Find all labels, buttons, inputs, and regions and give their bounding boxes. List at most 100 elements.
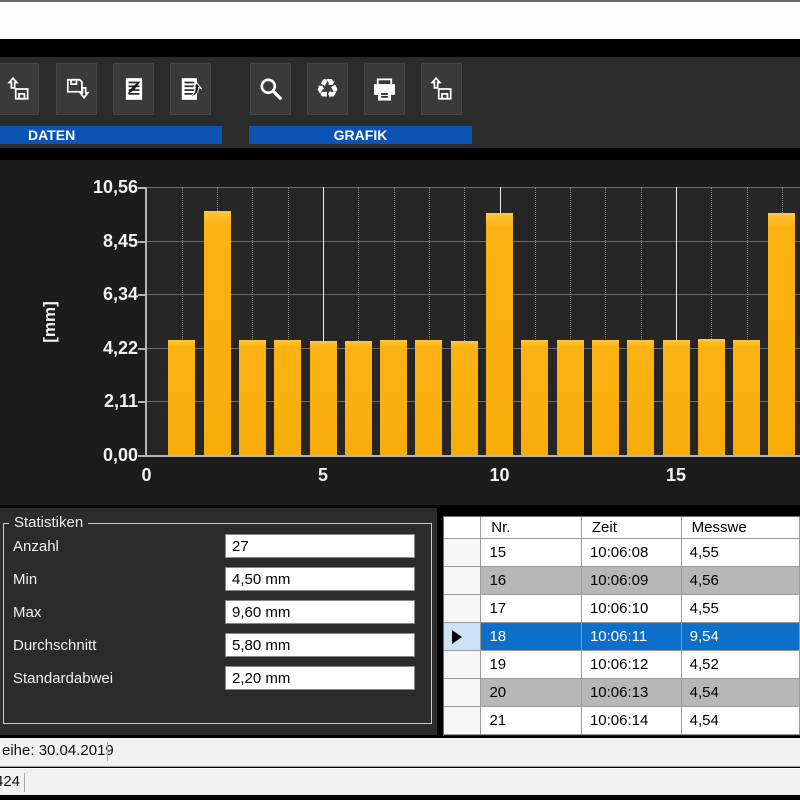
bar [345, 341, 372, 455]
delete-data-button[interactable] [113, 63, 154, 115]
cell-nr[interactable]: 15 [481, 539, 582, 567]
floppy-up-icon [6, 76, 32, 102]
row-gutter[interactable] [444, 567, 481, 595]
table-row[interactable]: 1910:06:124,52 [444, 651, 800, 679]
cell-nr[interactable]: 19 [481, 651, 582, 679]
zoom-button[interactable] [250, 63, 291, 115]
floppy-down-icon [64, 76, 90, 102]
statusbar-1: eihe: 30.04.2019 [0, 738, 800, 767]
row-gutter[interactable] [444, 539, 481, 567]
stat-input-anzahl[interactable] [225, 534, 415, 558]
y-tick-mark [138, 294, 145, 296]
cell-zeit[interactable]: 10:06:11 [582, 623, 682, 651]
column-header-messwe[interactable]: Messwe [682, 517, 800, 539]
save-data-button[interactable] [56, 63, 97, 115]
measurement-table: Nr.ZeitMesswe1510:06:084,551610:06:094,5… [443, 516, 800, 736]
statusbar-separator [107, 742, 108, 761]
cell-nr[interactable]: 20 [481, 679, 582, 707]
y-axis-title: [mm] [40, 290, 60, 354]
cell-messwert[interactable]: 4,55 [682, 539, 800, 567]
save-graphic-button[interactable] [421, 63, 462, 115]
bar [557, 340, 584, 455]
stat-label-min: Min [13, 571, 37, 588]
bar [451, 341, 478, 455]
row-gutter[interactable] [444, 595, 481, 623]
statistics-title: Statistiken [9, 515, 88, 531]
row-header-gutter [444, 517, 481, 539]
y-tick-mark [138, 401, 145, 403]
table-row[interactable]: 2010:06:134,54 [444, 679, 800, 707]
daten-label: DATEN [0, 127, 75, 143]
statusbar-2: 424 [0, 768, 800, 795]
printer-icon [371, 76, 398, 103]
y-tick-label: 6,34 [58, 284, 138, 305]
row-gutter[interactable] [444, 679, 481, 707]
bar [415, 340, 442, 455]
cell-zeit[interactable]: 10:06:08 [582, 539, 682, 567]
gridline-horizontal [146, 294, 800, 295]
column-header-zeit[interactable]: Zeit [582, 517, 682, 539]
stat-input-standardabwei[interactable] [225, 666, 415, 690]
x-axis-line [145, 455, 800, 457]
export-data-button[interactable] [170, 63, 211, 115]
stat-input-durchschnitt[interactable] [225, 633, 415, 657]
bar-chart: [mm] 0,002,114,226,348,4510,56051015 [0, 160, 800, 505]
cell-messwert[interactable]: 9,54 [682, 623, 800, 651]
stat-input-min[interactable] [225, 567, 415, 591]
selected-row-arrow-icon [452, 630, 462, 644]
cell-zeit[interactable]: 10:06:14 [582, 707, 682, 735]
cell-nr[interactable]: 16 [481, 567, 582, 595]
cell-zeit[interactable]: 10:06:13 [582, 679, 682, 707]
group-label-grafik: GRAFIK [249, 126, 472, 144]
recycle-icon: ♻ [315, 76, 339, 103]
cell-messwert[interactable]: 4,56 [682, 567, 800, 595]
stat-label-standardabwei: Standardabwei [13, 670, 113, 687]
x-tick-label: 10 [478, 465, 522, 486]
x-tick-label: 0 [125, 465, 169, 486]
cell-nr[interactable]: 21 [481, 707, 582, 735]
stat-input-max[interactable] [225, 600, 415, 624]
table-row[interactable]: 1610:06:094,56 [444, 567, 800, 595]
table-row[interactable]: 1710:06:104,55 [444, 595, 800, 623]
bar [733, 340, 760, 455]
print-button[interactable] [364, 63, 405, 115]
cell-messwert[interactable]: 4,55 [682, 595, 800, 623]
bar [698, 339, 725, 455]
statusbar-separator [24, 773, 25, 792]
y-tick-mark [138, 455, 145, 457]
cell-nr[interactable]: 18 [481, 623, 582, 651]
cell-zeit[interactable]: 10:06:10 [582, 595, 682, 623]
y-tick-label: 2,11 [58, 391, 138, 412]
bar [627, 340, 654, 455]
x-tick-label: 5 [301, 465, 345, 486]
load-data-button[interactable] [0, 63, 39, 115]
magnifier-icon [258, 76, 284, 102]
stat-label-anzahl: Anzahl [13, 538, 59, 555]
cell-zeit[interactable]: 10:06:12 [582, 651, 682, 679]
table-row[interactable]: 2110:06:144,54 [444, 707, 800, 735]
y-tick-label: 10,56 [58, 177, 138, 198]
document-delete-icon [121, 76, 147, 102]
cell-messwert[interactable]: 4,54 [682, 707, 800, 735]
cell-messwert[interactable]: 4,52 [682, 651, 800, 679]
row-gutter[interactable] [444, 623, 481, 651]
y-tick-label: 0,00 [58, 445, 138, 466]
row-gutter[interactable] [444, 707, 481, 735]
row-gutter[interactable] [444, 651, 481, 679]
stat-label-durchschnitt: Durchschnitt [13, 637, 96, 654]
refresh-button[interactable]: ♻ [307, 63, 348, 115]
document-export-icon [178, 76, 204, 102]
bar [204, 211, 231, 455]
bar [274, 340, 301, 455]
column-header-nr[interactable]: Nr. [481, 517, 582, 539]
table-row[interactable]: 1810:06:119,54 [444, 623, 800, 651]
y-tick-mark [138, 348, 145, 350]
cell-nr[interactable]: 17 [481, 595, 582, 623]
cell-messwert[interactable]: 4,54 [682, 679, 800, 707]
cell-zeit[interactable]: 10:06:09 [582, 567, 682, 595]
table-row[interactable]: 1510:06:084,55 [444, 539, 800, 567]
toolbar: ♻ DATEN GRAFIK [0, 57, 800, 148]
statusbar-series-date: eihe: 30.04.2019 [2, 742, 114, 759]
top-window-remnant [0, 2, 800, 39]
gridline-horizontal [146, 241, 800, 242]
